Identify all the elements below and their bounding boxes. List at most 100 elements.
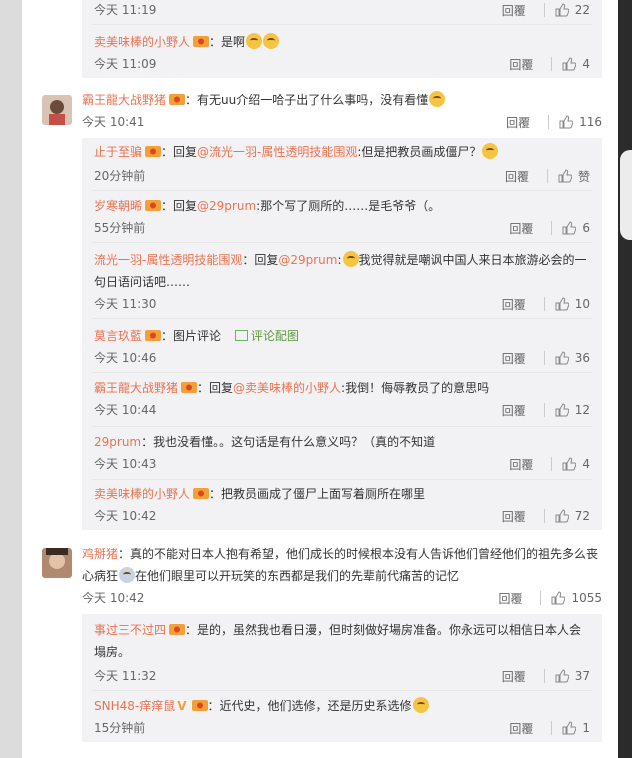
- like-count: 72: [574, 509, 590, 523]
- mention-link[interactable]: @29prum: [197, 199, 256, 213]
- comment-time: 今天 10:42: [82, 591, 145, 605]
- reply-username[interactable]: 莫言玖藍: [94, 329, 142, 343]
- reply-button[interactable]: 回覆: [502, 2, 526, 19]
- reply-item: 止于至骗 ：回复@流光一羽-属性透明技能围观:但是把教员画成僵尸？ 20分钟前 回…: [82, 142, 602, 186]
- comments-panel: 今天 11:19 回覆 22 卖美味棒的小野人 ：是啊 今天 11:09 回覆 4: [22, 0, 618, 758]
- like-count: 6: [582, 221, 590, 235]
- reply-text: ：把教员画成了僵尸上面写着厕所在哪里: [209, 487, 426, 501]
- reply-username[interactable]: 卖美味棒的小野人: [94, 35, 190, 49]
- comment-time: 今天 11:19: [94, 3, 157, 17]
- reply-item: SNH48-痒痒鼠 V ：近代史，他们选修，还是历史系选修 15分钟前 回覆 1: [82, 696, 602, 740]
- comment-actions: 回覆 36: [502, 348, 590, 368]
- like-count: 4: [582, 457, 590, 471]
- page-gutter-left: [0, 0, 22, 758]
- thumb-up-icon[interactable]: [555, 669, 569, 683]
- comment-time: 今天 10:44: [94, 403, 157, 417]
- reply-text: ：是啊: [209, 35, 246, 49]
- comment-time: 今天 11:30: [94, 297, 157, 311]
- comment-actions: 回覆 赞: [505, 166, 590, 186]
- reply-username[interactable]: 止于至骗: [94, 145, 142, 159]
- mention-link[interactable]: @29prum: [278, 253, 337, 267]
- avatar[interactable]: [42, 548, 72, 578]
- reply-button[interactable]: 回覆: [502, 296, 526, 313]
- comment-actions: 回覆 37: [502, 666, 590, 686]
- comment-time: 今天 10:41: [82, 115, 145, 129]
- emoji-icon: [246, 33, 263, 49]
- thumb-up-icon[interactable]: [562, 221, 577, 235]
- member-badge-icon: [181, 382, 198, 393]
- thumb-up-icon[interactable]: [562, 721, 577, 735]
- reply-button[interactable]: 回覆: [498, 590, 522, 607]
- comment-username[interactable]: 霸王龍大战野猪: [82, 93, 166, 107]
- reply-username[interactable]: 事过三不过四: [94, 623, 166, 637]
- reply-button[interactable]: 回覆: [506, 114, 530, 131]
- like-count: 4: [582, 57, 590, 71]
- thumb-up-icon[interactable]: [562, 457, 577, 471]
- thumb-up-icon[interactable]: [555, 351, 569, 365]
- reply-button[interactable]: 回覆: [502, 402, 526, 419]
- comment-actions: 回覆 116: [506, 112, 602, 132]
- comment-time: 今天 10:42: [94, 509, 157, 523]
- reply-button[interactable]: 回覆: [509, 456, 533, 473]
- reply-button[interactable]: 回覆: [509, 220, 533, 237]
- reply-username[interactable]: 霸王龍大战野猪: [94, 381, 178, 395]
- thumb-up-icon[interactable]: [551, 591, 566, 605]
- emoji-icon: [482, 143, 499, 159]
- comment-time: 今天 11:09: [94, 57, 157, 71]
- member-badge-icon: [145, 200, 162, 211]
- reply-text: :但是把教员画成僵尸？: [357, 145, 482, 159]
- reply-item: 事过三不过四 ：是的，虽然我也看日漫，但时刻做好場房准备。你永远可以相信日本人会 …: [82, 620, 602, 688]
- mention-link[interactable]: @流光一羽-属性透明技能围观: [197, 145, 357, 159]
- background-strip-right: [618, 0, 632, 758]
- reply-item: 卖美味棒的小野人 ：是啊 今天 11:09 回覆 4: [82, 30, 602, 78]
- emoji-icon: [429, 91, 446, 107]
- reply-text: :我倒！侮辱教员了的意思吗: [341, 381, 490, 395]
- member-badge-icon: [191, 700, 208, 711]
- like-count: 36: [574, 351, 590, 365]
- reply-item: 29prum：我也没看懂。。这句话是有什么意义吗？（真的不知道 今天 10:43…: [82, 432, 602, 476]
- reply-text: :那个写了厕所的……是毛爷爷（。: [256, 199, 441, 213]
- reply-button[interactable]: 回覆: [502, 668, 526, 685]
- thumb-up-icon[interactable]: [562, 57, 577, 71]
- comment-actions: 回覆 72: [502, 506, 590, 526]
- like-count: 10: [574, 297, 590, 311]
- reply-button[interactable]: 回覆: [502, 508, 526, 525]
- reply-username[interactable]: SNH48-痒痒鼠: [94, 699, 175, 713]
- reply-item: 今天 11:19 回覆 22: [82, 0, 602, 24]
- reply-text: ：是的，虽然我也看日漫，但时刻做好場房准备。你永远可以相信日本人会: [185, 623, 582, 637]
- emoji-icon: [263, 33, 280, 49]
- comment-username[interactable]: 鸡掰猪: [82, 547, 118, 561]
- thumb-up-icon[interactable]: [555, 403, 569, 417]
- reply-button[interactable]: 回覆: [509, 720, 533, 737]
- comment-actions: 回覆 12: [502, 400, 590, 420]
- thumb-up-icon[interactable]: [555, 3, 569, 17]
- comment-text: ：真的不能对日本人抱有希望，他们成长的时候根本没有人告诉他们曾经他们的祖先多么丧: [118, 547, 599, 561]
- thumb-up-icon[interactable]: [555, 509, 569, 523]
- reply-list: 今天 11:19 回覆 22 卖美味棒的小野人 ：是啊 今天 11:09 回覆 4: [82, 0, 602, 78]
- comment-time: 55分钟前: [94, 221, 146, 235]
- member-badge-icon: [169, 94, 186, 105]
- thumb-up-icon[interactable]: [559, 115, 574, 129]
- avatar[interactable]: [42, 95, 72, 125]
- reply-username[interactable]: 岁寒朝晞: [94, 199, 142, 213]
- reply-item: 流光一羽-属性透明技能围观：回复@29prum: 我觉得就是嘲讽中国人来日本旅游必…: [82, 248, 602, 314]
- comment-time: 15分钟前: [94, 721, 146, 735]
- reply-button[interactable]: 回覆: [502, 350, 526, 367]
- reply-button[interactable]: 回覆: [505, 168, 529, 185]
- thumb-up-icon[interactable]: [558, 169, 572, 183]
- reply-username[interactable]: 卖美味棒的小野人: [94, 487, 190, 501]
- thumb-up-icon[interactable]: [555, 297, 569, 311]
- member-badge-icon: [169, 624, 186, 635]
- mention-link[interactable]: @卖美味棒的小野人: [233, 381, 341, 395]
- member-badge-icon: [193, 36, 210, 47]
- view-image-link[interactable]: 评论配图: [234, 329, 299, 343]
- reply-username[interactable]: 流光一羽-属性透明技能围观: [94, 253, 242, 267]
- reply-button[interactable]: 回覆: [509, 56, 533, 73]
- member-badge-icon: [145, 330, 162, 341]
- like-count: 22: [574, 3, 590, 17]
- verified-v-icon: V: [177, 699, 187, 713]
- like-count: 1055: [571, 591, 602, 605]
- reply-text: 句日语问话吧……: [94, 275, 191, 289]
- reply-username[interactable]: 29prum: [94, 435, 141, 449]
- comment-time: 今天 10:43: [94, 457, 157, 471]
